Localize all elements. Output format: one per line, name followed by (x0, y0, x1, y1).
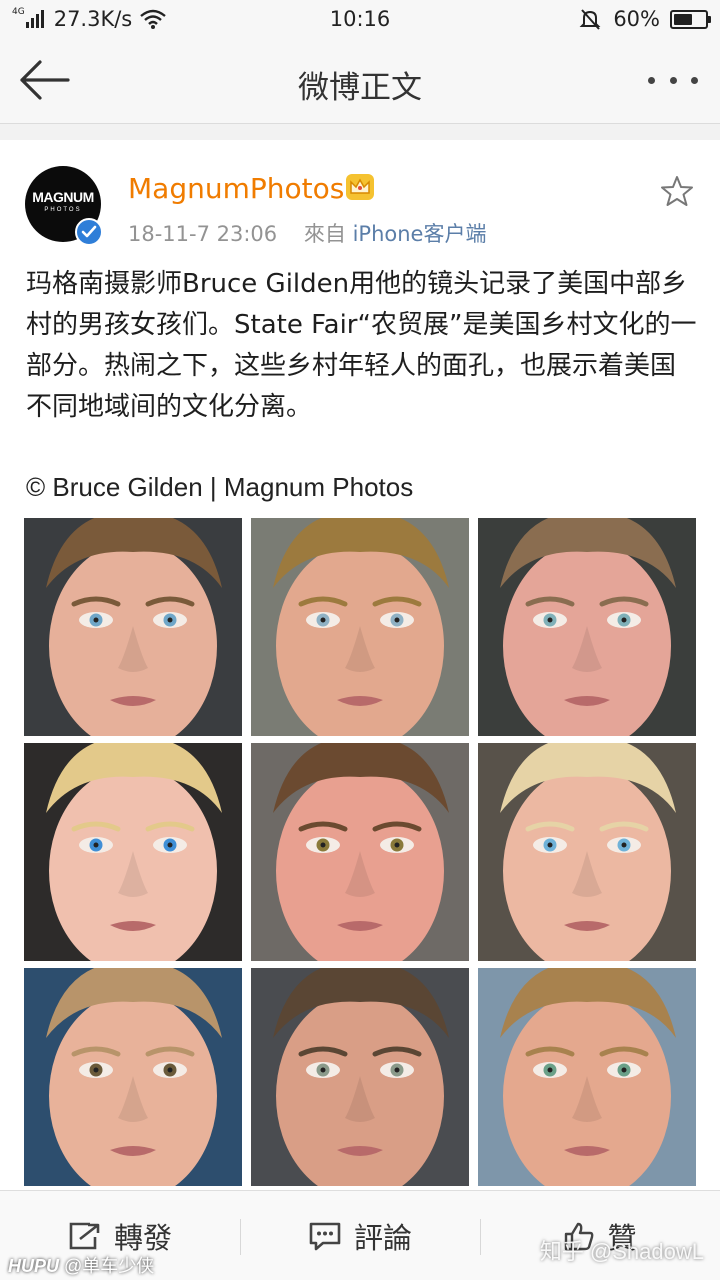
repost-icon (68, 1221, 102, 1251)
section-gap (0, 124, 720, 140)
photo-thumbnail-8[interactable] (251, 968, 469, 1186)
photo-thumbnail-6[interactable] (478, 743, 696, 961)
avatar-logo-subtext: PHOTOS (44, 207, 82, 213)
photo-thumbnail-9[interactable] (478, 968, 696, 1186)
comment-icon (308, 1221, 342, 1251)
hupu-watermark: HUPU @单车少侠 (8, 1252, 154, 1278)
user-name[interactable]: MagnumPhotos (128, 172, 344, 205)
source-prefix: 來自 (303, 222, 346, 246)
comment-label: 評論 (353, 1221, 412, 1255)
battery-icon (670, 9, 711, 29)
photo-credit: © Bruce Gilden | Magnum Photos (26, 472, 414, 502)
photo-grid (24, 518, 696, 1189)
crown-icon (346, 174, 374, 200)
photo-thumbnail-1[interactable] (24, 518, 242, 736)
battery-percent: 60% (613, 7, 660, 31)
verified-icon (75, 218, 103, 246)
post-text: 玛格南摄影师Bruce Gilden用他的镜头记录了美国中部乡村的男孩女孩们。S… (26, 269, 697, 422)
photo-thumbnail-3[interactable] (478, 518, 696, 736)
nav-bar: 微博正文 (0, 38, 720, 124)
hupu-brand: HUPU (8, 1256, 60, 1276)
comment-button[interactable]: 評論 (240, 1191, 480, 1280)
star-icon[interactable] (660, 174, 694, 208)
source-link[interactable]: iPhone客户端 (353, 222, 487, 246)
photo-thumbnail-7[interactable] (24, 968, 242, 1186)
page-title: 微博正文 (298, 70, 422, 106)
avatar-logo-text: MAGNUM (32, 189, 94, 205)
mute-bell-icon (579, 9, 601, 30)
photo-thumbnail-2[interactable] (251, 518, 469, 736)
post-meta: 18-11-7 23:06 來自 iPhone客户端 (128, 218, 486, 248)
status-bar: 4G 27.3K/s 10:16 60% (0, 0, 720, 38)
zhihu-watermark: 知乎 @ShadowL (539, 1239, 704, 1264)
hupu-user: @单车少侠 (64, 1256, 155, 1276)
repost-label: 轉發 (113, 1221, 172, 1255)
more-icon[interactable] (648, 66, 698, 94)
photo-thumbnail-4[interactable] (24, 743, 242, 961)
post-date: 18-11-7 23:06 (128, 222, 278, 246)
battery-fill (674, 13, 692, 25)
photo-thumbnail-5[interactable] (251, 743, 469, 961)
